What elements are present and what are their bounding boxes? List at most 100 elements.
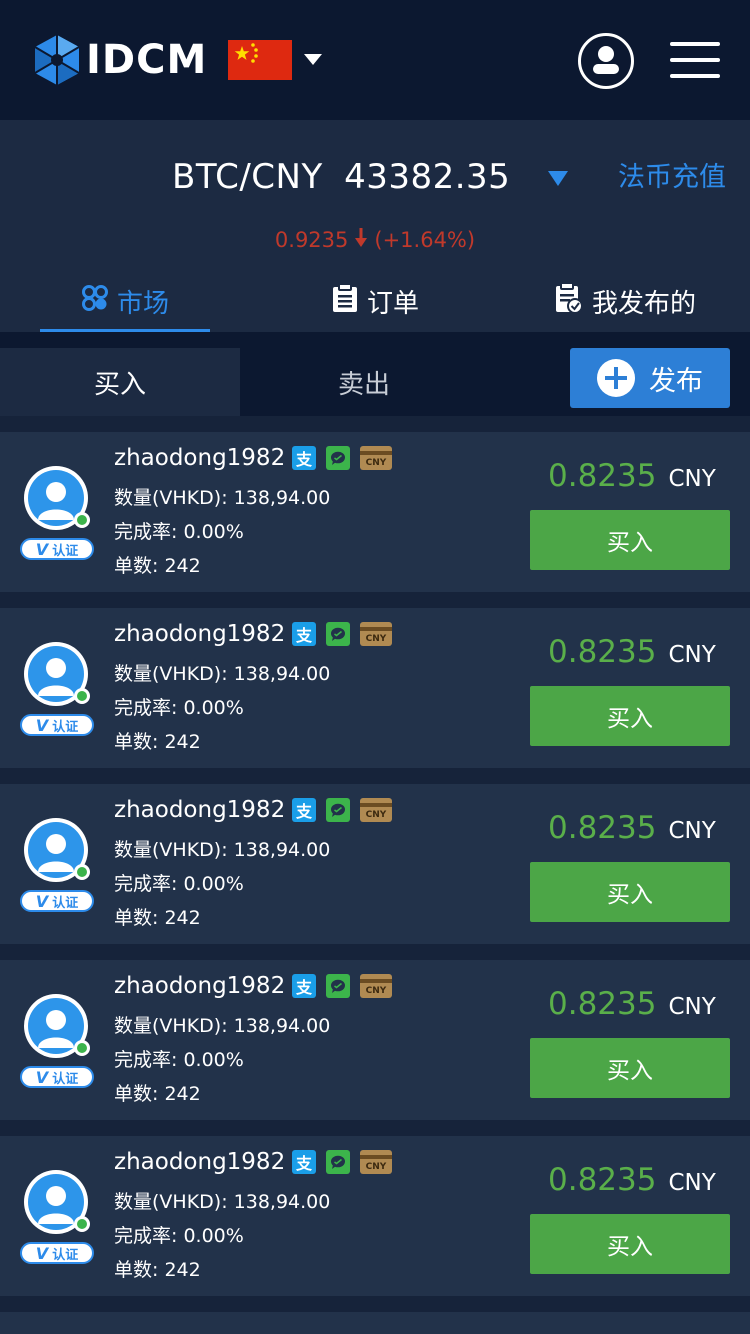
logo-text: IDCM [86,37,208,83]
bank-card-text: CNY [365,810,387,820]
trading-pair-selector[interactable]: BTC/CNY 43382.35 [172,155,510,199]
pair-price: 43382.35 [344,157,511,197]
hamburger-menu-icon[interactable] [670,40,720,80]
amount-label: 数量(VHKD): [114,1015,234,1037]
user-profile-icon[interactable] [578,33,634,89]
seller-username[interactable]: zhaodong1982 [114,440,285,476]
buy-button[interactable]: 买入 [530,686,730,746]
alipay-icon: 支 [292,974,316,998]
unit-price: 0.8235 CNY [548,632,716,675]
alipay-icon: 支 [292,798,316,822]
avatar[interactable] [24,466,90,530]
avatar[interactable] [24,818,90,882]
amount-text: 数量(VHKD): 138,94.00 [114,1188,330,1216]
verified-v-icon: V [35,891,49,911]
amount-value: 138,94.00 [233,487,331,509]
unit-price: 0.8235 CNY [548,808,716,851]
tab-label: 订单 [366,288,419,319]
amount-text: 数量(VHKD): 138,94.00 [114,1012,330,1040]
verified-label: 认证 [52,543,79,559]
price-currency: CNY [668,1170,716,1196]
completion-rate-text: 完成率: 0.00% [114,694,244,722]
order-clipboard-icon [331,282,359,320]
online-status-icon [74,1216,90,1232]
bank-card-text: CNY [365,458,387,468]
alipay-icon: 支 [292,1150,316,1174]
idcm-logo-icon[interactable] [33,34,81,86]
buy-button[interactable]: 买入 [530,510,730,570]
count-label: 单数: [114,907,165,929]
payment-methods: 支 CNY [292,798,402,822]
change-percent: (+1.64%) [374,228,476,252]
tab-market[interactable]: 市场 [40,270,210,332]
completion-rate-text: 完成率: 0.00% [114,518,244,546]
change-value: 0.9235 [274,228,349,252]
avatar[interactable] [24,1170,90,1234]
price-value: 0.8235 [548,634,657,670]
rate-value: 0.00% [183,697,244,719]
seller-username[interactable]: zhaodong1982 [114,1144,285,1180]
price-currency: CNY [668,818,716,844]
price-change: 0.9235 (+1.64%) [0,224,750,257]
seller-username[interactable]: zhaodong1982 [114,616,285,652]
count-value: 242 [164,555,201,577]
verified-label: 认证 [52,895,79,911]
tab-my-posts[interactable]: 我发布的 [540,270,710,332]
verified-badge: V 认证 [20,538,94,560]
verified-v-icon: V [35,715,49,735]
buy-button[interactable]: 买入 [530,1038,730,1098]
rate-label: 完成率: [114,873,184,895]
completion-rate-text: 完成率: 0.00% [114,1222,244,1250]
tab-orders[interactable]: 订单 [290,270,460,332]
amount-label: 数量(VHKD): [114,487,234,509]
price-value: 0.8235 [548,1162,657,1198]
seller-username[interactable]: zhaodong1982 [114,968,285,1004]
rate-value: 0.00% [183,1225,244,1247]
rate-label: 完成率: [114,697,184,719]
count-value: 242 [164,1259,201,1281]
avatar[interactable] [24,642,90,706]
payment-methods: 支 CNY [292,1150,402,1174]
list-item: V 认证 zhaodong1982 支 CNY 数量(VHKD): 138,94… [0,1136,750,1296]
publish-button[interactable]: 发布 [570,348,730,408]
rate-label: 完成率: [114,521,184,543]
count-label: 单数: [114,555,165,577]
fiat-recharge-link[interactable]: 法币充值 [618,158,726,198]
china-flag-icon[interactable] [228,40,292,80]
verified-label: 认证 [52,1071,79,1087]
rate-value: 0.00% [183,521,244,543]
tab-sell[interactable]: 卖出 [244,348,484,416]
pair-dropdown-caret-icon[interactable] [548,171,568,186]
verified-label: 认证 [52,1247,79,1263]
bank-card-icon: CNY [360,974,392,998]
avatar[interactable] [24,994,90,1058]
verified-v-icon: V [35,1243,49,1263]
wechat-pay-icon [326,798,350,822]
buy-button[interactable]: 买入 [530,862,730,922]
my-posts-icon [554,281,584,321]
top-bar: IDCM [0,0,750,120]
seller-username[interactable]: zhaodong1982 [114,792,285,828]
verified-badge: V 认证 [20,1242,94,1264]
language-dropdown-caret-icon[interactable] [304,54,322,65]
count-label: 单数: [114,1259,165,1281]
list-item: V 认证 zhaodong1982 支 CNY 数量(VHKD): 138,94… [0,608,750,768]
payment-methods: 支 CNY [292,974,402,998]
unit-price: 0.8235 CNY [548,456,716,499]
price-value: 0.8235 [548,986,657,1022]
amount-text: 数量(VHKD): 138,94.00 [114,484,330,512]
list-item: V 认证 zhaodong1982 支 CNY 数量(VHKD): 138,94… [0,960,750,1120]
bank-card-text: CNY [365,634,387,644]
rate-label: 完成率: [114,1225,184,1247]
bank-card-icon: CNY [360,1150,392,1174]
payment-methods: 支 CNY [292,622,402,646]
bank-card-text: CNY [365,986,387,996]
verified-label: 认证 [52,719,79,735]
tab-buy[interactable]: 买入 [0,348,240,416]
verified-badge: V 认证 [20,1066,94,1088]
payment-methods: 支 CNY [292,446,402,470]
unit-price: 0.8235 CNY [548,1160,716,1203]
buy-button[interactable]: 买入 [530,1214,730,1274]
wechat-pay-icon [326,446,350,470]
down-arrow-icon [354,225,368,257]
